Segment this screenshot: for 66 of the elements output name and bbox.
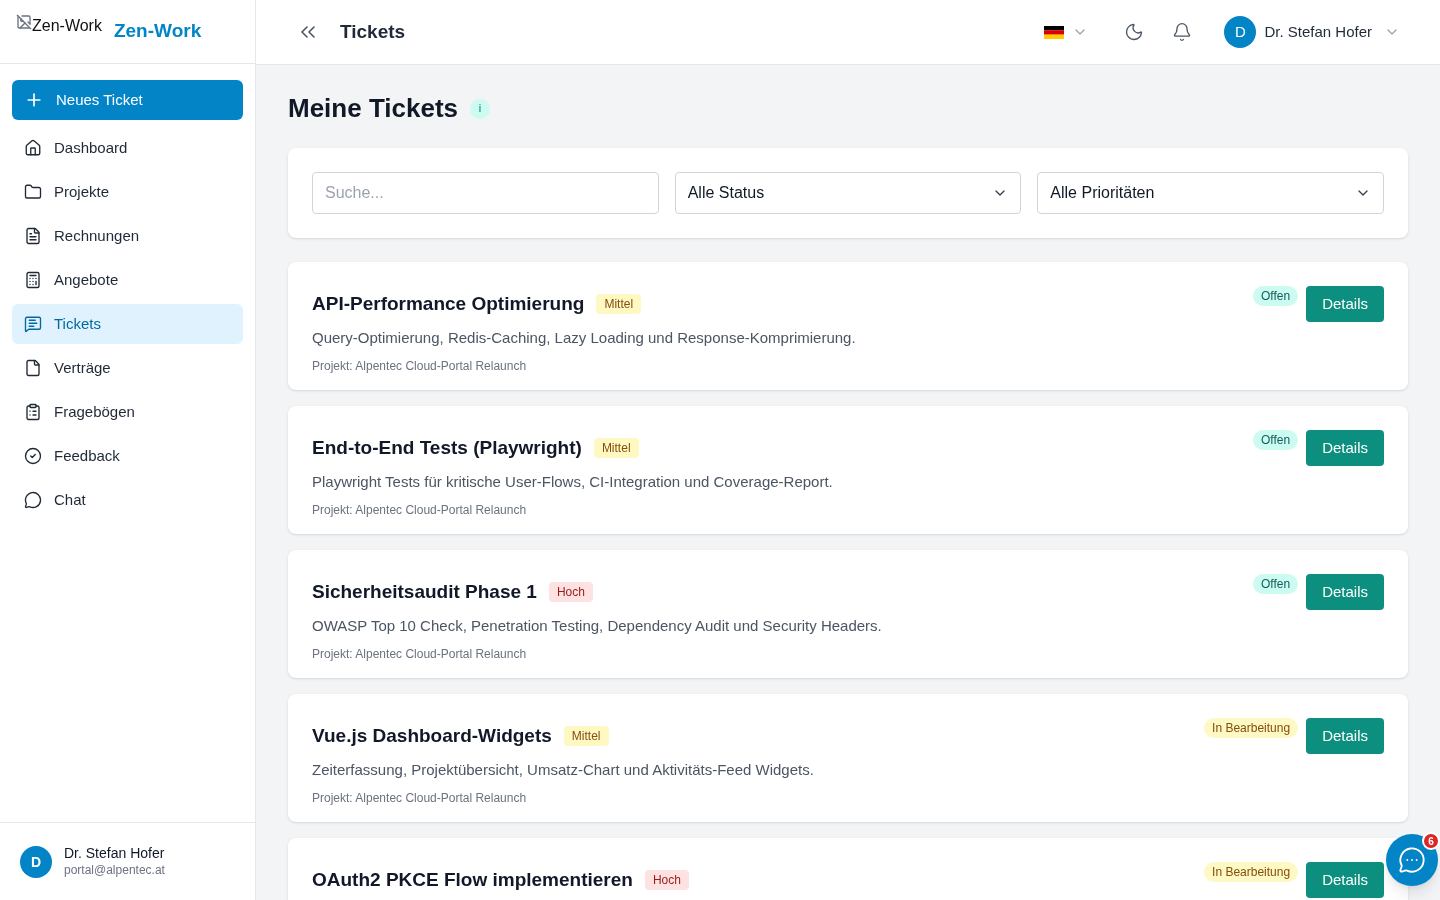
details-button[interactable]: Details: [1306, 286, 1384, 322]
ticket-title: OAuth2 PKCE Flow implementieren: [312, 868, 633, 892]
calculator-icon: [24, 271, 42, 289]
status-tag: Offen: [1253, 286, 1299, 306]
ticket-project: Projekt: Alpentec Cloud-Portal Relaunch: [312, 502, 528, 519]
user-avatar: D: [20, 845, 52, 878]
sidebar-item[interactable]: Fragebögen: [12, 392, 243, 432]
folder-icon: [24, 183, 42, 201]
details-button[interactable]: Details: [1306, 718, 1384, 754]
ticket-title: Sicherheitsaudit Phase 1: [312, 580, 537, 604]
user-email: portal@alpentec.at: [64, 862, 165, 878]
ticket-project: Projekt: Alpentec Cloud-Portal Relaunch: [312, 646, 528, 663]
new-ticket-button[interactable]: Neues Ticket: [12, 80, 243, 120]
ticket-title: API-Performance Optimierung: [312, 292, 585, 316]
ticket-description: Zeiterfassung, Projektübersicht, Umsatz-Chart und Aktivitäts-Feed Widgets.: [312, 759, 815, 780]
sidebar-item[interactable]: Feedback: [12, 436, 243, 476]
ticket-project: Projekt: Alpentec Cloud-Portal Relaunch: [312, 358, 528, 375]
sidebar-item[interactable]: Verträge: [12, 348, 243, 388]
ticket-title: Vue.js Dashboard-Widgets: [312, 724, 552, 748]
details-button[interactable]: Details: [1306, 430, 1384, 466]
status-tag: Offen: [1253, 430, 1299, 450]
moon-icon[interactable]: [1124, 22, 1145, 42]
logo-alt-text: Zen-Work: [32, 15, 102, 36]
chat-bubble-icon: [24, 491, 42, 509]
details-button[interactable]: Details: [1306, 574, 1384, 610]
details-button[interactable]: Details: [1306, 862, 1384, 898]
document-icon: [24, 227, 42, 245]
sidebar-item[interactable]: Dashboard: [12, 128, 243, 168]
priority-select[interactable]: Alle Prioritäten: [1037, 172, 1384, 214]
check-circle-icon: [24, 447, 42, 465]
ticket-title: End-to-End Tests (Playwright): [312, 436, 582, 460]
status-select[interactable]: Alle Status: [674, 172, 1022, 214]
ticket-project: Projekt: Alpentec Cloud-Portal Relaunch: [312, 790, 528, 807]
sidebar-item[interactable]: Tickets: [12, 304, 243, 344]
chat-button[interactable]: 6: [1386, 834, 1438, 886]
priority-tag: Mittel: [593, 438, 639, 459]
user-name: Dr. Stefan Hofer: [64, 845, 165, 863]
priority-tag: Hoch: [644, 870, 689, 891]
brand-name: Zen-Work: [113, 19, 202, 44]
ticket-description: Playwright Tests für kritische User-Flows, CI-Integration und Coverage-Report.: [312, 471, 834, 492]
info-badge[interactable]: i: [470, 98, 491, 119]
status-tag: In Bearbeitung: [1204, 862, 1299, 882]
header-avatar[interactable]: D: [1224, 16, 1257, 48]
broken-image-icon: [16, 13, 32, 30]
house-icon: [24, 139, 42, 157]
status-tag: Offen: [1253, 574, 1299, 594]
page-title: Meine Tickets: [288, 92, 459, 125]
search-field[interactable]: Suche...: [312, 172, 659, 214]
sidebar-item[interactable]: Rechnungen: [12, 216, 243, 256]
file-icon: [24, 359, 42, 377]
priority-tag: Hoch: [548, 582, 593, 603]
sidebar-item[interactable]: Angebote: [12, 260, 243, 300]
notification-badge: 6: [1422, 832, 1440, 850]
sidebar-item[interactable]: Projekte: [12, 172, 243, 212]
header-user-name[interactable]: Dr. Stefan Hofer: [1264, 20, 1372, 44]
status-tag: In Bearbeitung: [1204, 718, 1299, 738]
bell-icon[interactable]: [1172, 22, 1193, 42]
page-header-title: Tickets: [340, 19, 406, 44]
priority-tag: Mittel: [563, 726, 609, 747]
ticket-description: OWASP Top 10 Check, Penetration Testing, Dependency Audit und Security Headers.: [312, 615, 883, 636]
clipboard-icon: [24, 403, 42, 421]
ticket-description: Query-Optimierung, Redis-Caching, Lazy Loading und Response-Komprimierung.: [312, 327, 857, 348]
priority-tag: Mittel: [596, 294, 642, 315]
sidebar-item[interactable]: Chat: [12, 480, 243, 520]
chat-icon: [1398, 846, 1426, 874]
german-flag-icon[interactable]: [1044, 25, 1065, 39]
